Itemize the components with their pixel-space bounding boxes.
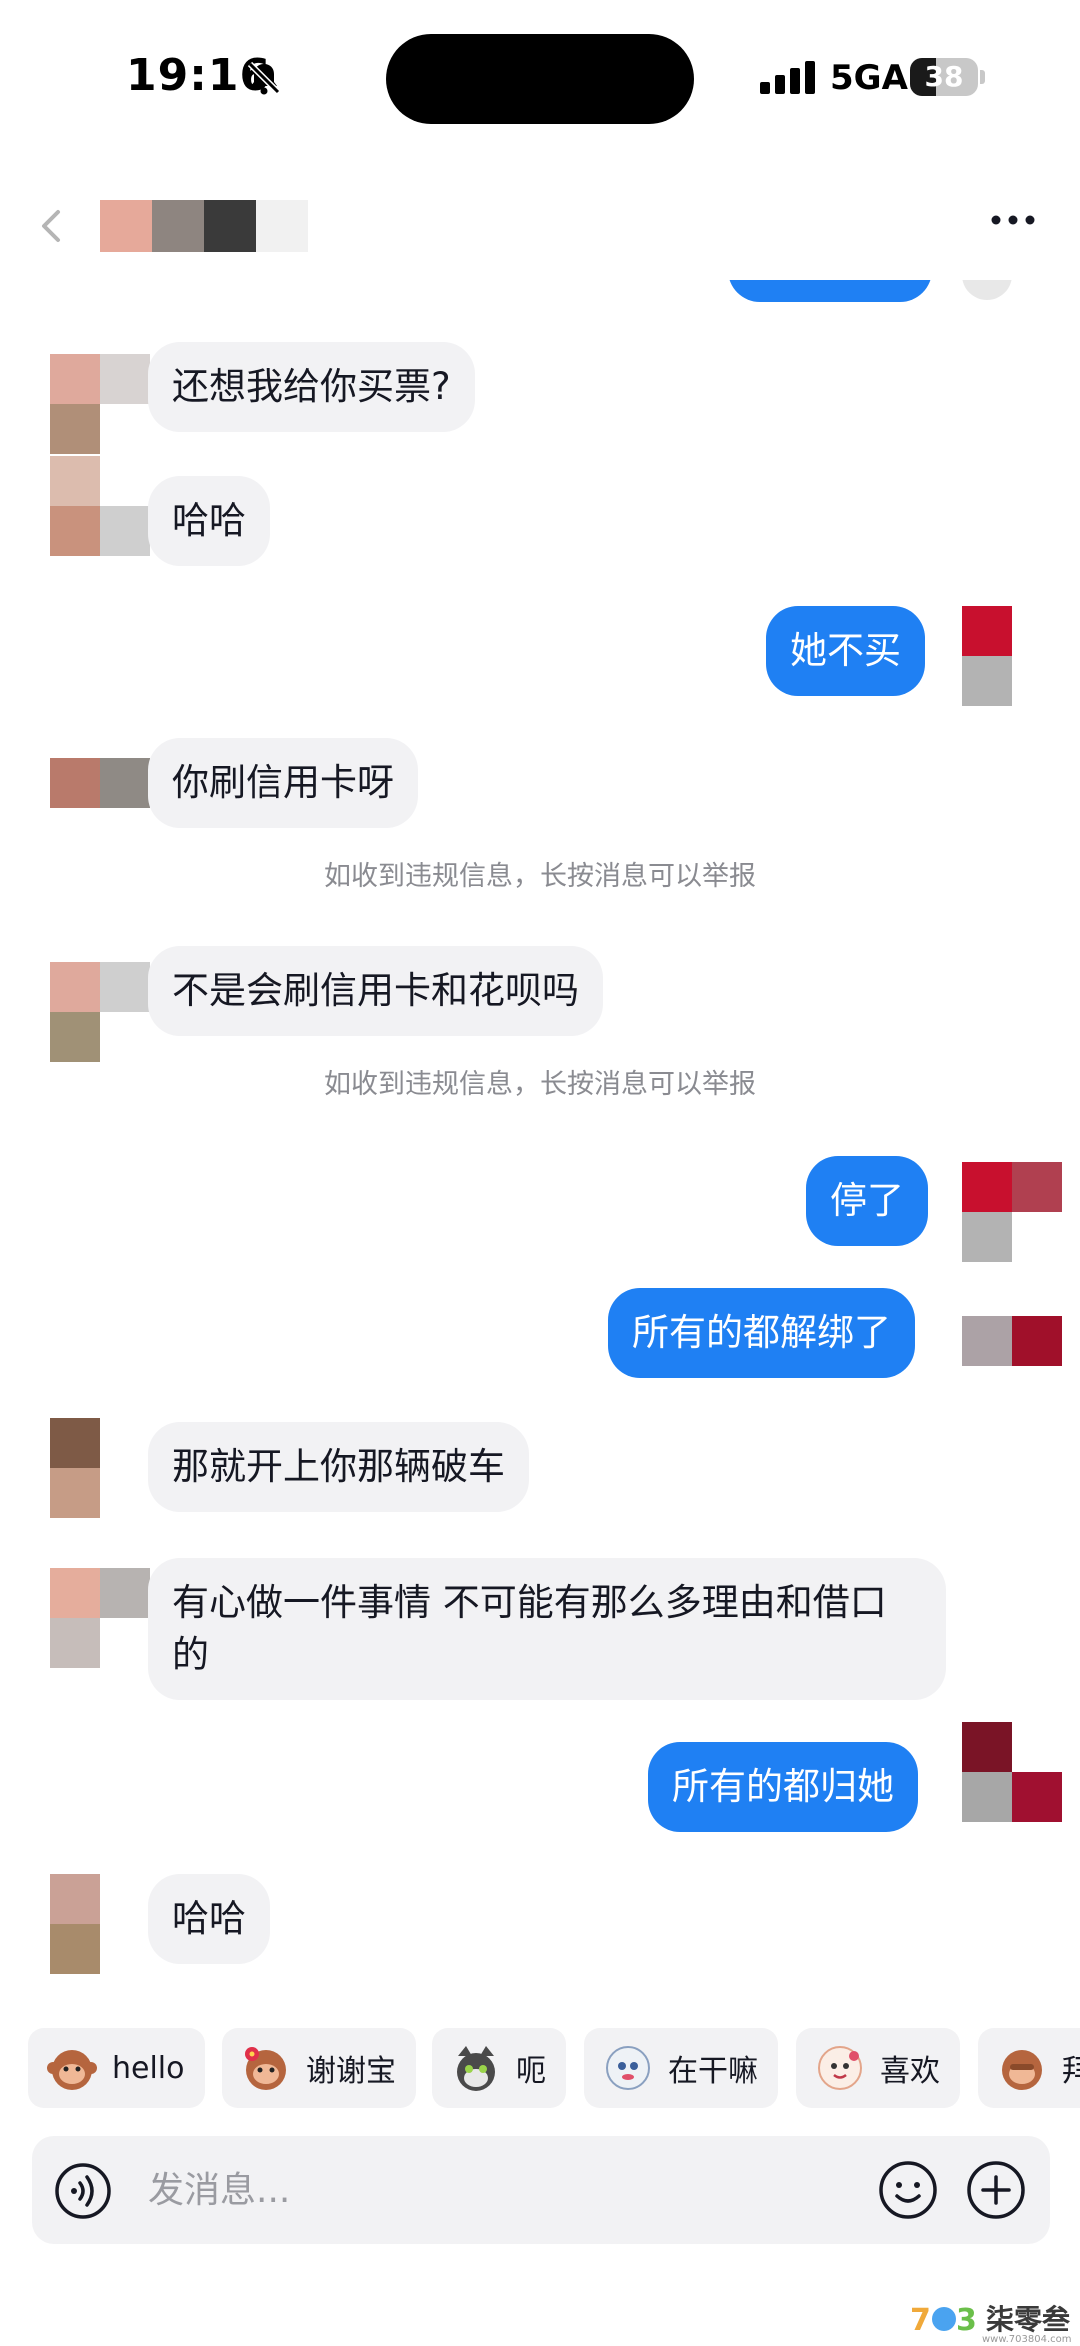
contact-avatar[interactable] [50, 962, 150, 1062]
svg-text:7: 7 [910, 2303, 931, 2338]
message-list[interactable]: 还想我给你买票? 哈哈 她不买 你刷信用卡呀 如收到违规信息，长按消息可以举报 … [0, 280, 1080, 2020]
my-avatar [962, 1722, 1062, 1822]
contact-avatar[interactable] [100, 200, 308, 252]
my-avatar [962, 1316, 1062, 1366]
hug-emoji-icon [818, 2046, 862, 2090]
monkey-emoji-icon [47, 2050, 97, 2090]
quick-reply-label: 拜 [1062, 2054, 1080, 2089]
my-avatar [962, 280, 1012, 300]
contact-avatar[interactable] [50, 1568, 150, 1668]
system-notice: 如收到违规信息，长按消息可以举报 [324, 1069, 756, 1100]
message-bubble-outgoing[interactable]: 她不买 [766, 606, 925, 696]
dynamic-island [386, 34, 694, 124]
message-bubble-incoming[interactable]: 哈哈 [148, 476, 270, 566]
contact-avatar[interactable] [50, 456, 150, 556]
peek-emoji-icon [606, 2046, 650, 2090]
message-bubble-incoming[interactable]: 还想我给你买票? [148, 342, 475, 432]
message-bubble-incoming[interactable]: 哈哈 [148, 1874, 270, 1964]
quick-reply-hello[interactable]: hello [28, 2028, 205, 2108]
watermark-logo: 7 3 [910, 2303, 977, 2338]
voice-icon[interactable] [54, 2162, 112, 2220]
chevron-left-icon[interactable] [36, 206, 66, 246]
message-bubble-incoming[interactable]: 不是会刷信用卡和花呗吗 [148, 946, 603, 1036]
watermark-sub: www.703804.com [982, 2334, 1072, 2345]
message-composer [32, 2136, 1050, 2244]
quick-reply-label: 在干嘛 [668, 2054, 758, 2089]
watermark-text: 柒零叁 [986, 2303, 1071, 2336]
battery-tip [980, 70, 985, 84]
quick-reply-label: hello [112, 2050, 185, 2086]
quick-reply-what-doing[interactable]: 在干嘛 [584, 2028, 778, 2108]
message-text-line: 的 [172, 1633, 209, 1676]
message-bubble-incoming[interactable]: 有心做一件事情 不可能有那么多理由和借口 的 [148, 1558, 946, 1700]
message-bubble-outgoing[interactable]: 停了 [806, 1156, 928, 1246]
quick-reply-like[interactable]: 喜欢 [796, 2028, 960, 2108]
contact-avatar[interactable] [50, 1874, 100, 1974]
battery-level: 38 [924, 60, 964, 93]
svg-text:3: 3 [956, 2303, 977, 2338]
monkey-flower-emoji-icon [245, 2047, 286, 2090]
smile-icon[interactable] [878, 2160, 938, 2220]
status-bar: 19:16 5GA 38 [0, 0, 1080, 150]
network-type: 5GA [830, 58, 908, 98]
quick-reply-bye[interactable]: 拜 [978, 2028, 1080, 2108]
quick-reply-bar[interactable]: hello 谢谢宝 呃 在干嘛 喜欢 拜 [0, 2028, 1080, 2112]
plus-icon[interactable] [966, 2160, 1026, 2220]
my-avatar [962, 606, 1062, 706]
message-text-line: 有心做一件事情 不可能有那么多理由和借口 [172, 1581, 887, 1624]
message-input[interactable] [148, 2156, 868, 2224]
message-bubble-incoming[interactable]: 你刷信用卡呀 [148, 738, 418, 828]
bell-muted-icon [247, 61, 281, 95]
message-bubble-outgoing[interactable]: 所有的都归她 [648, 1742, 918, 1832]
message-bubble-outgoing-partial[interactable] [728, 280, 932, 302]
message-bubble-incoming[interactable]: 那就开上你那辆破车 [148, 1422, 529, 1512]
contact-avatar[interactable] [50, 354, 150, 454]
signal-icon [760, 61, 815, 94]
system-notice: 如收到违规信息，长按消息可以举报 [324, 861, 756, 892]
contact-avatar[interactable] [50, 758, 150, 808]
quick-reply-label: 呃 [516, 2054, 546, 2089]
quick-reply-label: 谢谢宝 [306, 2054, 396, 2089]
quick-reply-label: 喜欢 [880, 2054, 940, 2089]
battery-icon: 38 [910, 58, 978, 96]
quick-reply-thanks[interactable]: 谢谢宝 [222, 2028, 416, 2108]
monkey-bow-emoji-icon [1002, 2050, 1042, 2090]
message-bubble-outgoing[interactable]: 所有的都解绑了 [608, 1288, 915, 1378]
cat-emoji-icon [457, 2046, 495, 2091]
my-avatar [962, 1162, 1062, 1262]
contact-avatar[interactable] [50, 1418, 100, 1518]
more-dots-icon[interactable] [988, 210, 1038, 230]
quick-reply-eh[interactable]: 呃 [432, 2028, 566, 2108]
